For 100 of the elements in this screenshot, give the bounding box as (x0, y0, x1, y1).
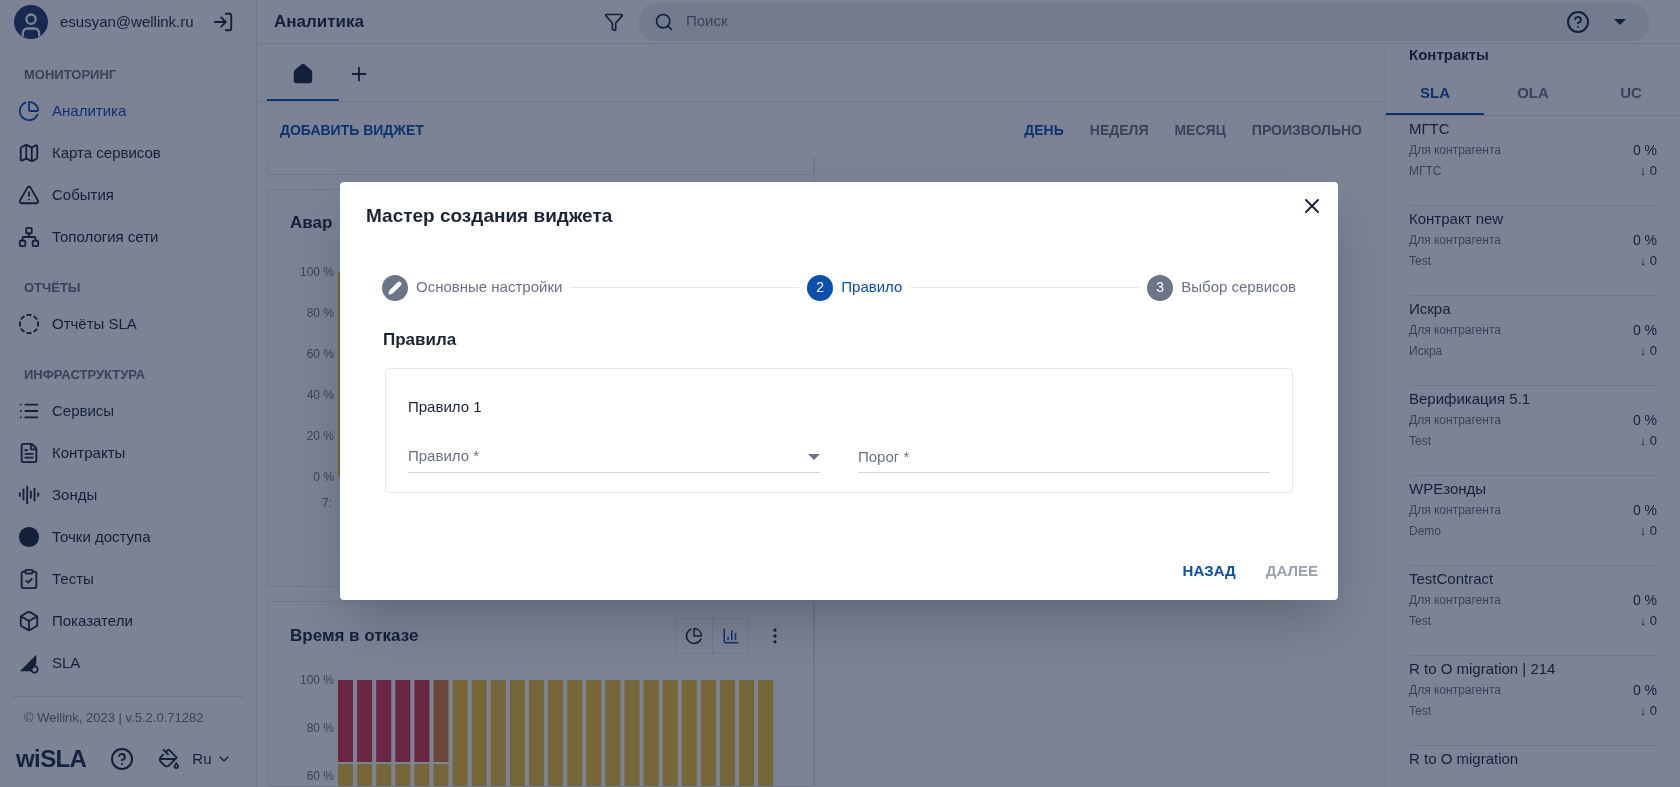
nav-item[interactable]: Контракты (0, 432, 256, 474)
contract-item[interactable]: R to O migration | 214 Для контрагента 0 % Test ↓ 0 (1409, 655, 1657, 746)
contract-item[interactable]: WPEзонды Для контрагента 0 % Demo ↓ 0 (1409, 475, 1657, 566)
section-heading: Правила (383, 329, 457, 349)
contract-item[interactable]: Верификация 5.1 Для контрагента 0 % Test ↓ 0 (1409, 385, 1657, 476)
axis-tick-label: 100 % (299, 672, 334, 689)
search-field[interactable]: Поиск (686, 10, 1554, 33)
contract-name: TestContract (1409, 568, 1495, 589)
contract-item[interactable]: R to O migration (1409, 745, 1657, 787)
avatar[interactable] (14, 5, 48, 39)
help-icon[interactable] (1566, 9, 1590, 34)
compliance-percent: 0 % (1632, 680, 1657, 700)
contract-type: Для контрагента (1409, 502, 1501, 519)
logo: wiSLA (16, 744, 87, 774)
nav-item[interactable]: Показатели (0, 600, 256, 642)
bar (338, 764, 353, 786)
nav-item[interactable]: SLA (0, 642, 256, 684)
step-label: Выбор сервисов (1181, 277, 1296, 298)
rule-title: Правило 1 (408, 398, 482, 415)
axis-tick-label: 20 % (306, 428, 334, 445)
trend-value: ↓ 0 (1639, 701, 1657, 720)
dialog-button[interactable]: НАЗАД (1182, 559, 1236, 582)
nav-item[interactable]: Сервисы (0, 390, 256, 432)
period-tab[interactable]: ПРОИЗВОЛЬНО (1251, 119, 1362, 141)
axis-tick-label: 80 % (306, 305, 334, 322)
contract-name: Контракт new (1409, 208, 1505, 229)
trend-value: ↓ 0 (1639, 251, 1657, 270)
axis-tick-label: 0 % (313, 469, 334, 486)
compliance-percent: 0 % (1632, 230, 1657, 250)
bar (433, 764, 449, 786)
period-tab[interactable]: НЕДЕЛЯ (1089, 119, 1149, 141)
compliance-percent: 0 % (1632, 140, 1657, 160)
bar (357, 764, 373, 786)
contract-name: WPEзонды (1409, 478, 1488, 499)
nav-item[interactable]: Аналитика (0, 90, 256, 132)
widget-title: Время в отказе (290, 625, 420, 648)
contract-item[interactable]: Искра Для контрагента 0 % Искра ↓ 0 (1409, 295, 1657, 386)
filled-circle-icon (18, 526, 40, 548)
contract-type: Для контрагента (1409, 232, 1501, 249)
step-indicator: 2 (807, 274, 834, 301)
filter-icon[interactable] (604, 11, 624, 32)
axis-tick-label: 7: (322, 494, 333, 512)
nav-item[interactable]: Отчёты SLA (0, 303, 256, 345)
pie-chart-icon (685, 627, 703, 645)
widget-title: Авар (290, 213, 333, 232)
contract-item[interactable]: МГТС Для контрагента 0 % МГТС ↓ 0 (1409, 115, 1657, 206)
compliance-percent: 0 % (1632, 500, 1657, 520)
counterparty: Test (1409, 702, 1431, 720)
bar-chart-icon (721, 627, 740, 645)
paint-bucket-icon[interactable] (158, 748, 181, 770)
document-icon (18, 442, 40, 464)
caret-icon (808, 453, 820, 460)
contract-tab[interactable]: OLA (1484, 74, 1582, 115)
counterparty: МГТС (1409, 162, 1442, 180)
nav-item[interactable]: Зонды (0, 474, 256, 516)
contract-type: Для контрагента (1409, 142, 1501, 159)
compliance-percent: 0 % (1632, 410, 1657, 430)
help-icon[interactable] (110, 747, 135, 771)
nav-item[interactable]: Топология сети (0, 216, 256, 258)
add-widget-button[interactable]: ДОБАВИТЬ ВИДЖЕТ (280, 119, 424, 141)
caret-icon[interactable] (1614, 18, 1626, 25)
bar (414, 764, 430, 786)
clipboard-check-icon (18, 568, 40, 590)
axis-tick-label: 60 % (306, 768, 334, 785)
sound-wave-icon (18, 484, 40, 506)
logout-icon[interactable] (212, 11, 234, 33)
nav-item[interactable]: Точки доступа (0, 516, 256, 558)
contract-name: МГТС (1409, 118, 1451, 139)
search-bar[interactable]: Поиск (638, 2, 1650, 41)
period-tab[interactable]: МЕСЯЦ (1174, 119, 1226, 141)
contract-name: R to O migration (1409, 748, 1520, 769)
compliance-percent: 0 % (1632, 590, 1657, 610)
warning-icon (18, 184, 40, 206)
contract-type: Для контрагента (1409, 322, 1501, 339)
nav-item[interactable]: Тесты (0, 558, 256, 600)
dialog-title: Мастер создания виджета (366, 204, 614, 228)
step-indicator: 3 (1147, 274, 1174, 301)
contract-tab[interactable]: SLA (1386, 74, 1484, 115)
language-select[interactable]: Ru (192, 747, 232, 771)
contract-tab[interactable]: UC (1582, 74, 1680, 115)
panel-title: Контракты (1409, 45, 1489, 65)
nav-item[interactable]: События (0, 174, 256, 216)
contract-item[interactable]: TestContract Для контрагента 0 % Test ↓ 0 (1409, 565, 1657, 656)
contract-type: Для контрагента (1409, 592, 1501, 609)
counterparty: Demo (1409, 522, 1441, 540)
counterparty: Test (1409, 432, 1431, 450)
period-tab[interactable]: ДЕНЬ (1024, 119, 1064, 141)
axis-tick-label: 80 % (306, 720, 334, 737)
threshold-field[interactable]: Порог * (858, 441, 1270, 473)
bar (395, 764, 411, 786)
contract-item[interactable]: Контракт new Для контрагента 0 % Test ↓ 0 (1409, 205, 1657, 296)
section-heading: МОНИТОРИНГ (24, 66, 117, 85)
rule-select[interactable]: Правило * (408, 441, 820, 473)
nav-item[interactable]: Карта сервисов (0, 132, 256, 174)
trend-value: ↓ 0 (1639, 521, 1657, 540)
user-email: esusyan@wellink.ru (60, 11, 195, 32)
trend-value: ↓ 0 (1639, 161, 1657, 180)
pencil-icon (388, 280, 402, 295)
pie-chart-icon (18, 100, 40, 122)
axis-tick-label: 40 % (306, 387, 334, 404)
